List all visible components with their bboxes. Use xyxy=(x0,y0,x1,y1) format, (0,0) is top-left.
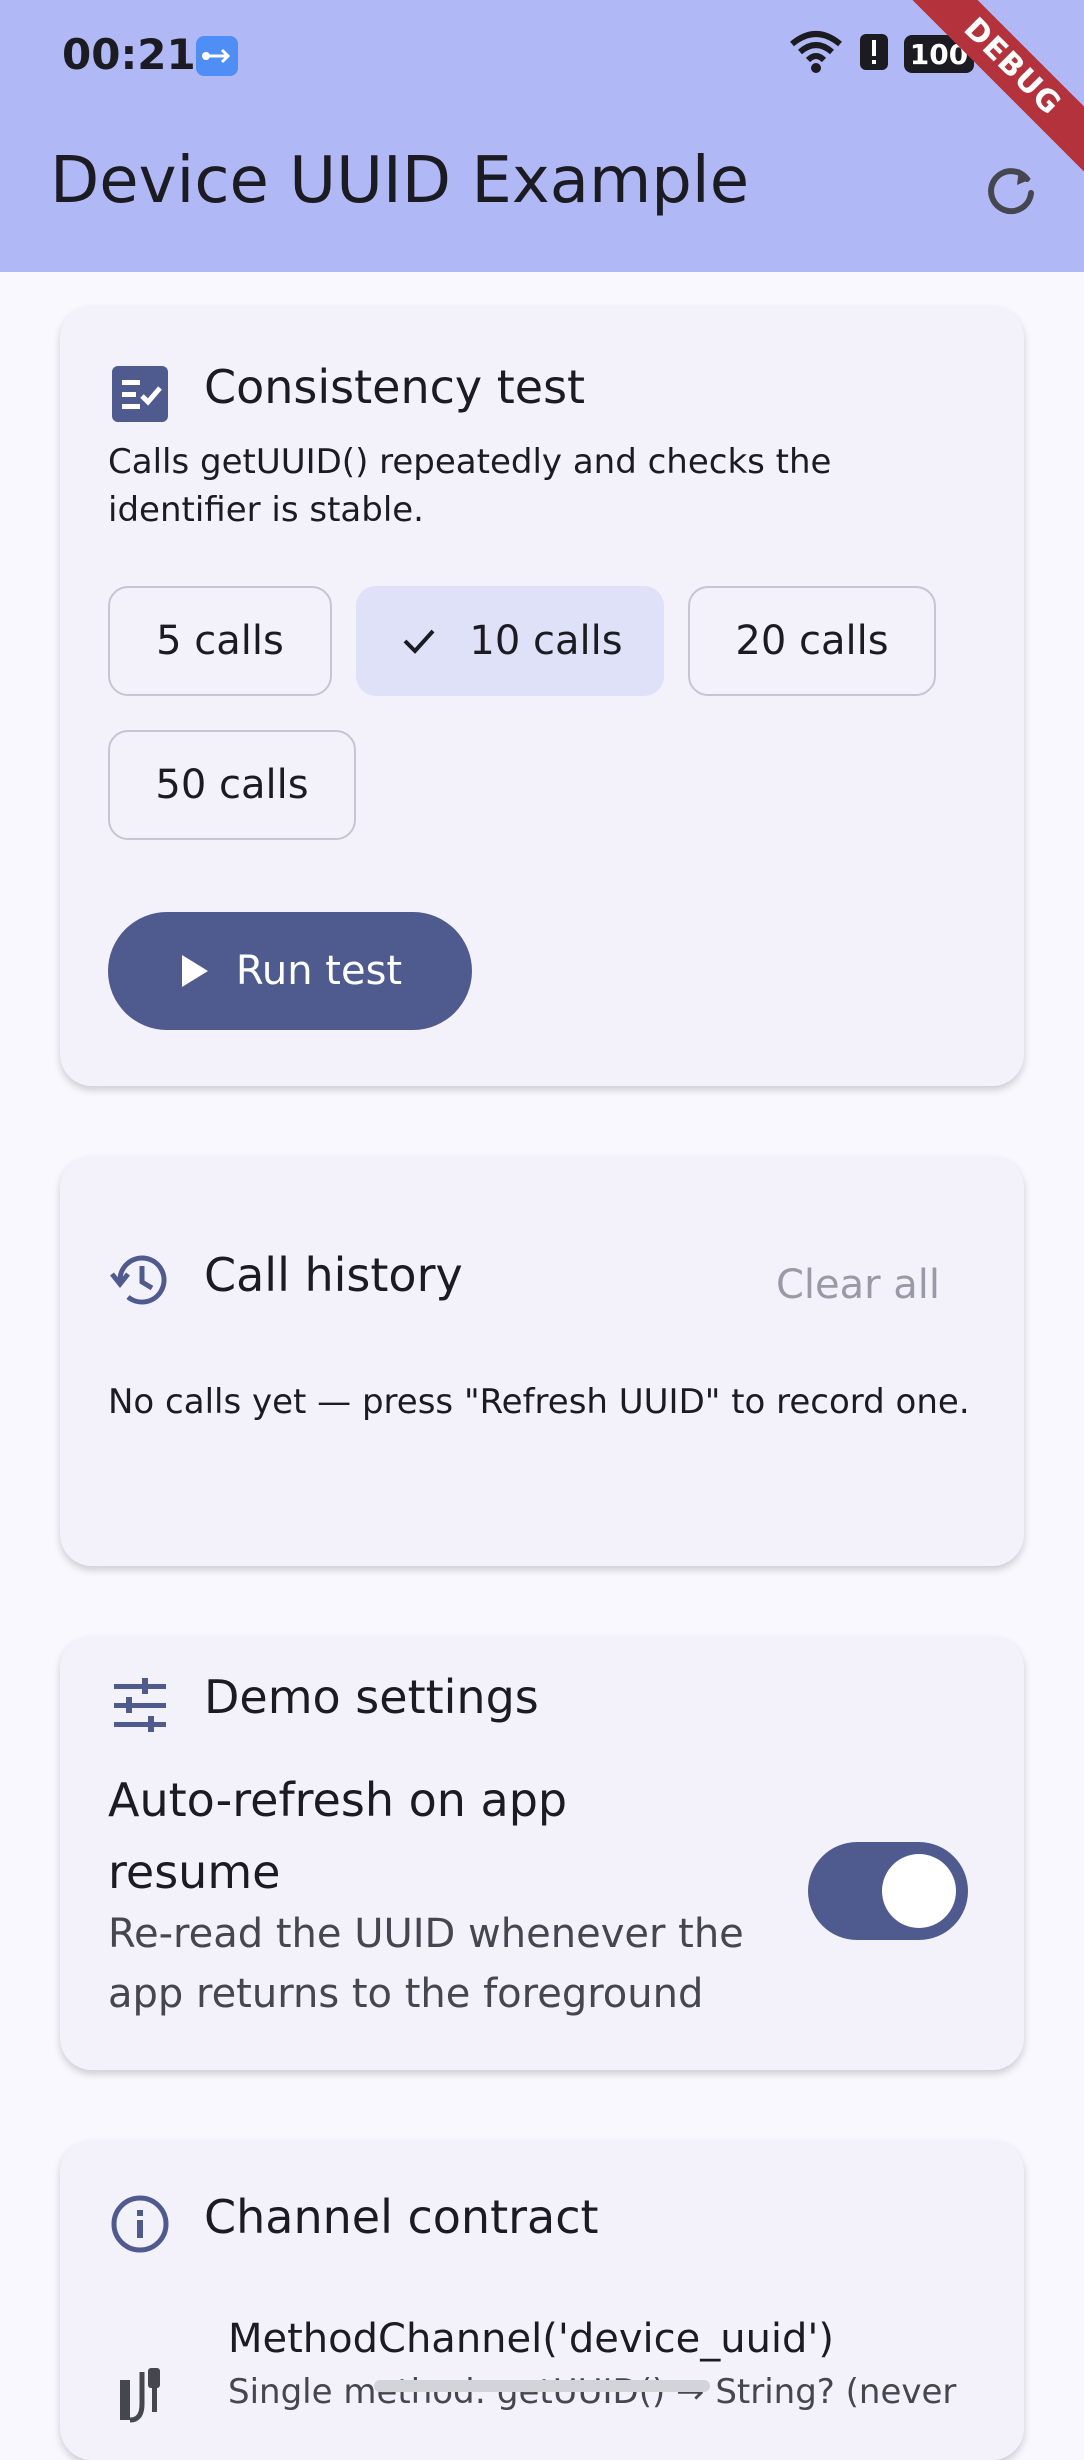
card-description: Calls getUUID() repeatedly and checks th… xyxy=(108,442,832,530)
usb-icon xyxy=(196,36,238,76)
toggle-knob xyxy=(882,1854,956,1928)
chip-label: 20 calls xyxy=(735,618,889,664)
home-indicator xyxy=(374,2380,710,2392)
auto-refresh-toggle[interactable] xyxy=(808,1842,968,1940)
refresh-button[interactable] xyxy=(976,156,1046,226)
chip-5-calls[interactable]: 5 calls xyxy=(108,586,332,696)
chip-label: 10 calls xyxy=(469,618,623,664)
checklist-icon xyxy=(108,362,172,426)
setting-title: Auto-refresh on app resume xyxy=(108,1773,568,1899)
chip-50-calls[interactable]: 50 calls xyxy=(108,730,356,840)
demo-settings-card: Demo settings Auto-refresh on app resume… xyxy=(60,1636,1024,2070)
chip-10-calls[interactable]: 10 calls xyxy=(356,586,664,696)
run-test-label: Run test xyxy=(235,948,403,994)
setting-description: Re-read the UUID whenever the app return… xyxy=(108,1911,744,2017)
empty-history-message: No calls yet — press "Refresh UUID" to r… xyxy=(108,1382,970,1422)
check-icon xyxy=(403,629,435,654)
channel-contract-card: Channel contract MethodChannel('device_u… xyxy=(60,2140,1024,2460)
card-title: Channel contract xyxy=(204,2190,599,2244)
run-test-button[interactable]: Run test xyxy=(108,912,472,1030)
card-title: Call history xyxy=(204,1248,463,1302)
status-icons: 100 xyxy=(788,30,974,78)
chip-label: 50 calls xyxy=(155,762,309,808)
call-history-card: Call history Clear all No calls yet — pr… xyxy=(60,1156,1024,1566)
channel-name: MethodChannel('device_uuid') xyxy=(228,2316,835,2362)
chip-20-calls[interactable]: 20 calls xyxy=(688,586,936,696)
card-title: Demo settings xyxy=(204,1670,539,1724)
card-title: Consistency test xyxy=(204,360,586,414)
chip-label: 5 calls xyxy=(156,618,284,664)
page-title: Device UUID Example xyxy=(50,144,750,218)
play-icon xyxy=(181,955,208,987)
plug-icon xyxy=(112,2364,176,2428)
app-bar: 00:21 100 DEBUG Device UUID Example xyxy=(0,0,1084,272)
clear-all-button[interactable]: Clear all xyxy=(776,1262,940,1308)
refresh-icon xyxy=(988,168,1034,215)
consistency-test-card: Consistency test Calls getUUID() repeate… xyxy=(60,306,1024,1086)
tune-icon xyxy=(108,1674,172,1738)
channel-description: Single method: getUUID() → String? (neve… xyxy=(228,2372,957,2412)
history-icon xyxy=(108,1248,172,1312)
status-time: 00:21 xyxy=(62,30,196,79)
wifi-icon xyxy=(788,30,844,78)
info-icon xyxy=(108,2192,172,2256)
alert-icon xyxy=(858,32,890,76)
